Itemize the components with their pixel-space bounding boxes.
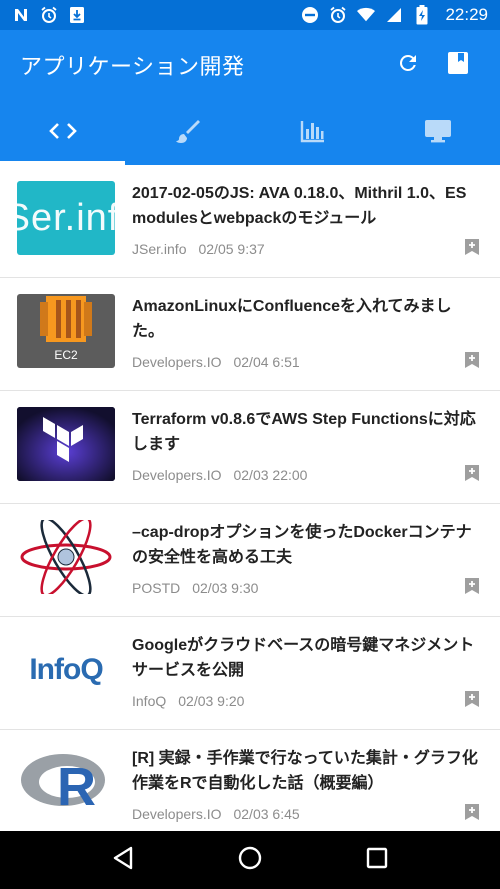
tab-infrastructure[interactable] [375,100,500,165]
refresh-icon [396,51,420,79]
article-date: 02/04 6:51 [233,354,300,370]
bookmark-button[interactable] [462,352,482,372]
tab-design[interactable] [125,100,250,165]
bookmark-add-icon [464,464,480,486]
article-thumbnail: EC2 [17,294,115,368]
article-source: Developers.IO [132,806,222,822]
article-source: POSTD [132,580,181,596]
battery-charging-icon [413,5,431,25]
brush-icon [175,118,201,148]
home-button[interactable] [228,838,272,882]
article-thumbnail [17,520,115,594]
article-source: Developers.IO [132,467,222,483]
back-icon [112,846,134,874]
recents-button[interactable] [355,838,399,882]
list-item[interactable]: R [R] 実録・手作業で行なっていた集計・グラフ化作業をRで自動化した話（概要… [0,730,500,831]
article-source: InfoQ [132,693,167,709]
bookmark-button[interactable] [462,691,482,711]
bookmarks-button[interactable] [436,43,480,87]
atom-logo-icon [20,520,112,594]
bookmark-add-icon [464,577,480,599]
home-icon [238,846,262,874]
terraform-logo-icon [17,407,115,481]
app-bar: アプリケーション開発 [0,30,500,100]
list-item[interactable]: Terraform v0.8.6でAWS Step Functionsに対応しま… [0,391,500,504]
article-title: Googleがクラウドベースの暗号鍵マネジメントサービスを公開 [132,637,475,679]
thumbnail-text: R [57,757,96,817]
article-meta: Developers.IO 02/04 6:51 [132,354,300,370]
bookmark-button[interactable] [462,465,482,485]
thumbnail-text: EC2 [54,348,78,362]
bookmarks-icon [447,51,469,79]
article-date: 02/03 9:30 [192,580,259,596]
article-date: 02/05 9:37 [198,241,265,257]
article-date: 02/03 9:20 [178,693,245,709]
bookmark-button[interactable] [462,578,482,598]
status-time: 22:29 [445,5,488,24]
article-meta: Developers.IO 02/03 22:00 [132,467,307,483]
wifi-icon [357,6,376,24]
bookmark-add-icon [464,351,480,373]
bookmark-button[interactable] [462,239,482,259]
back-button[interactable] [101,838,145,882]
bookmark-button[interactable] [462,804,482,824]
bar-chart-icon [300,119,326,147]
status-bar-right: 22:29 [301,5,488,25]
article-meta: InfoQ 02/03 9:20 [132,693,244,709]
article-meta: Developers.IO 02/03 6:45 [132,806,300,822]
tab-analytics[interactable] [250,100,375,165]
alarm-icon [329,6,347,24]
download-icon [68,6,86,24]
status-bar: 22:29 [0,0,500,30]
article-thumbnail: InfoQ [17,633,115,707]
article-list: Ser.inf 2017-02-05のJS: AVA 0.18.0、Mithri… [0,165,500,831]
code-icon [48,121,77,145]
recents-icon [366,847,388,873]
list-item[interactable]: –cap-dropオプションを使ったDockerコンテナの安全性を高める工夫 P… [0,504,500,617]
bookmark-add-icon [464,238,480,260]
thumbnail-text: Ser.inf [17,196,115,239]
do-not-disturb-icon [301,6,319,24]
article-meta: JSer.info 02/05 9:37 [132,241,265,257]
article-title: [R] 実録・手作業で行なっていた集計・グラフ化作業をRで自動化した話（概要編） [132,750,478,792]
refresh-button[interactable] [386,43,430,87]
article-date: 02/03 6:45 [233,806,300,822]
article-thumbnail: Ser.inf [17,181,115,255]
list-item[interactable]: EC2 AmazonLinuxにConfluenceを入れてみました。 Deve… [0,278,500,391]
tab-code[interactable] [0,100,125,165]
bookmark-add-icon [464,803,480,825]
signal-icon [385,6,403,24]
list-item[interactable]: InfoQ Googleがクラウドベースの暗号鍵マネジメントサービスを公開 In… [0,617,500,730]
article-title: 2017-02-05のJS: AVA 0.18.0、Mithril 1.0、ES… [132,185,467,227]
desktop-icon [424,119,452,147]
navigation-bar [0,831,500,889]
article-source: JSer.info [132,241,187,257]
category-tabs [0,100,500,165]
article-title: Terraform v0.8.6でAWS Step Functionsに対応しま… [132,411,476,453]
notification-n-icon [12,6,30,24]
thumbnail-text: InfoQ [29,653,103,686]
article-meta: POSTD 02/03 9:30 [132,580,258,596]
article-date: 02/03 22:00 [233,467,308,483]
article-thumbnail [17,407,115,481]
article-source: Developers.IO [132,354,222,370]
list-item[interactable]: Ser.inf 2017-02-05のJS: AVA 0.18.0、Mithri… [0,165,500,278]
app-title: アプリケーション開発 [20,55,245,80]
article-title: –cap-dropオプションを使ったDockerコンテナの安全性を高める工夫 [132,524,472,566]
alarm-icon [40,6,58,24]
article-title: AmazonLinuxにConfluenceを入れてみました。 [132,298,452,340]
bookmark-add-icon [464,690,480,712]
article-thumbnail: R [17,746,115,820]
status-bar-left [12,6,86,24]
